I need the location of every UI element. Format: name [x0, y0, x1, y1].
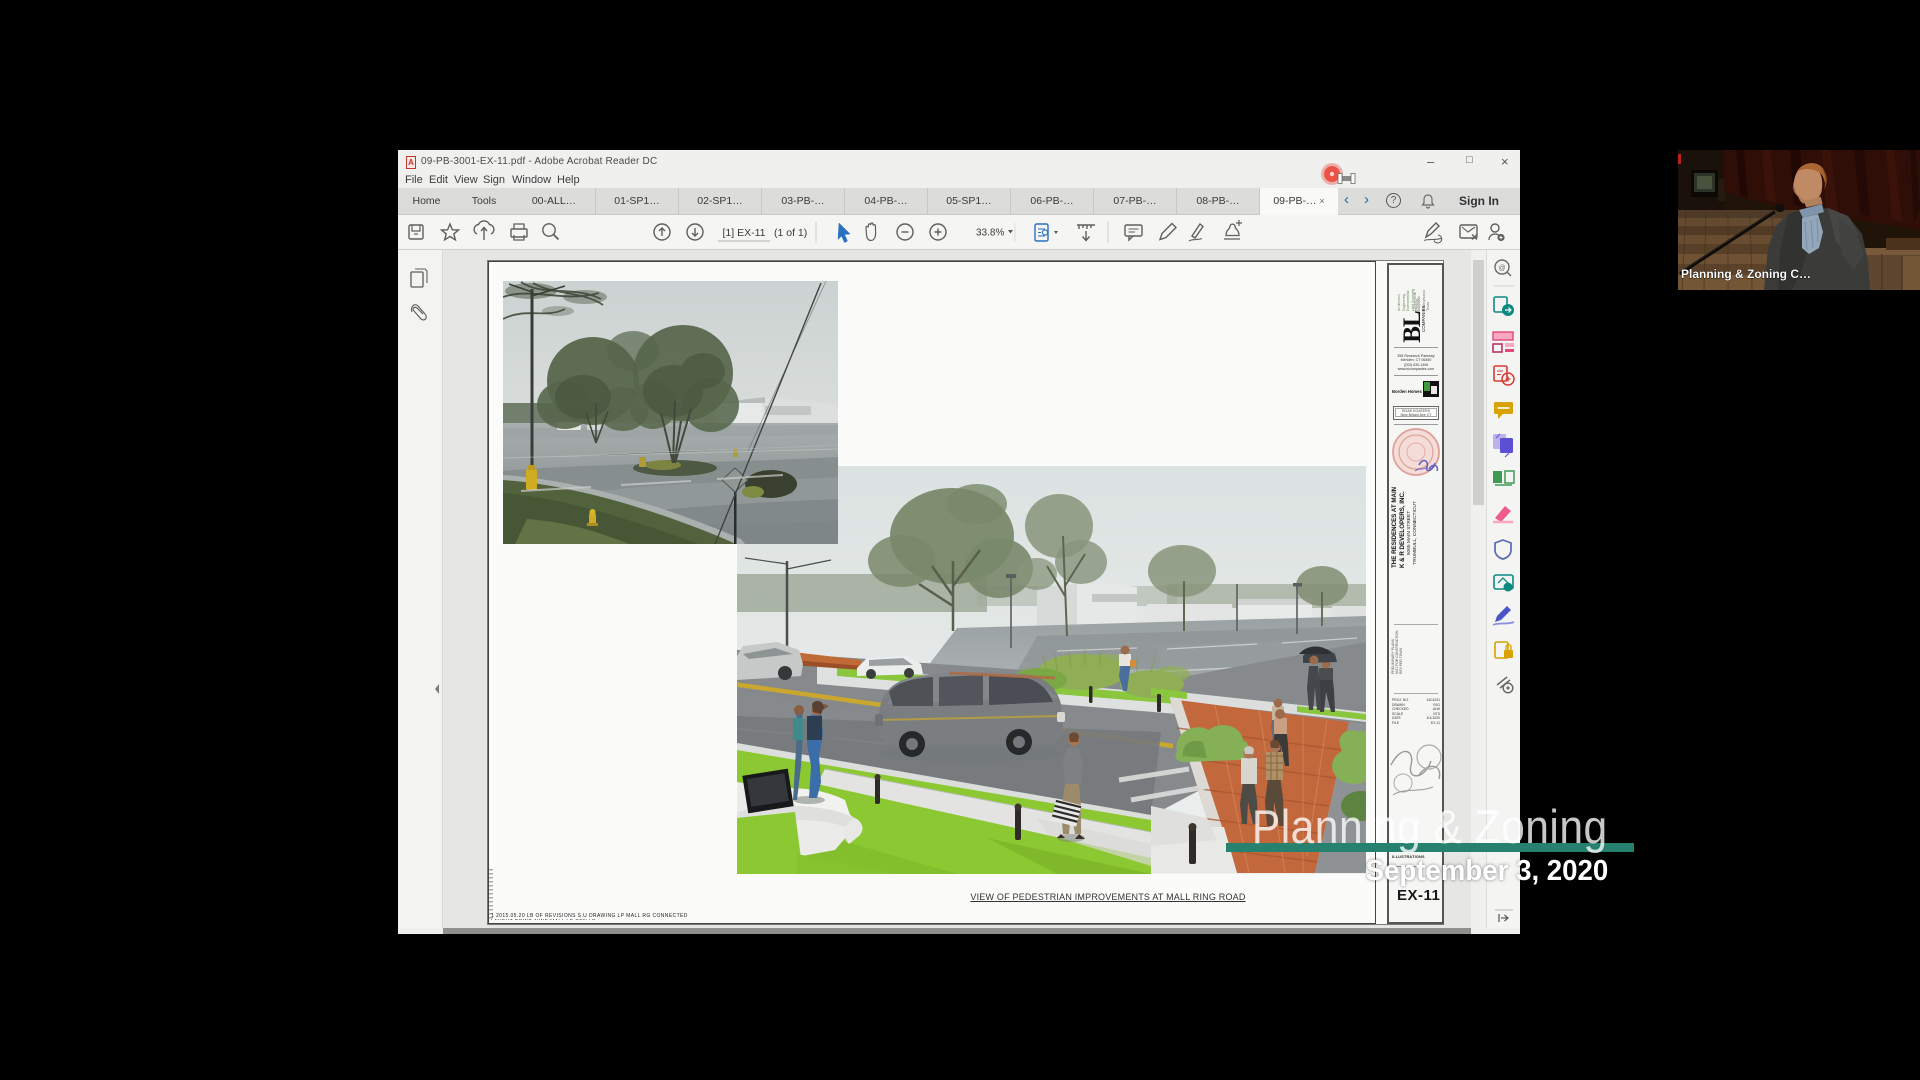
svg-text:@: @ [1498, 265, 1505, 272]
svg-text:(1 of 1): (1 of 1) [774, 227, 807, 239]
svg-text:Planning & Zoning C…: Planning & Zoning C… [1681, 267, 1811, 281]
svg-text:[1] EX-11: [1] EX-11 [723, 227, 766, 239]
svg-text:33.8%: 33.8% [976, 228, 1004, 239]
